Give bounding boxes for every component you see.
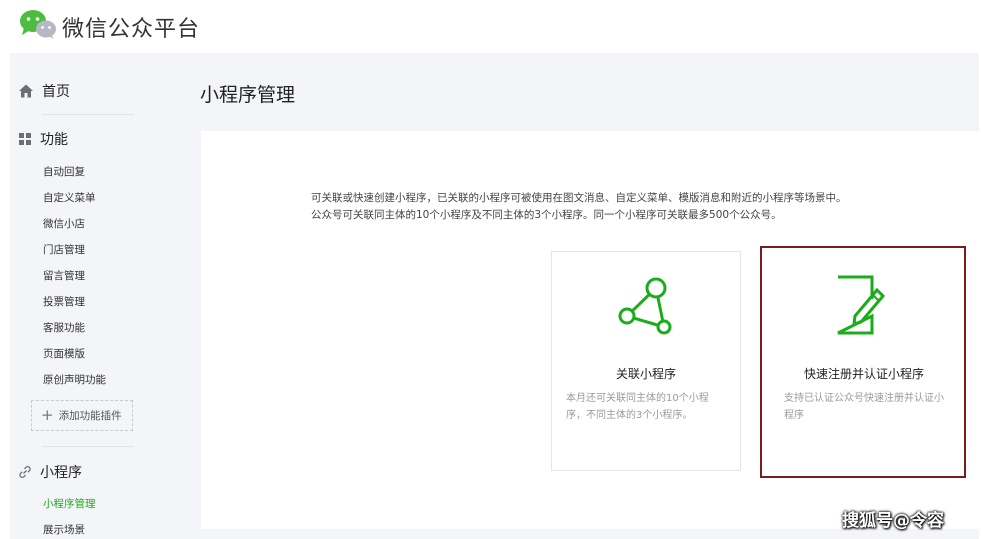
sidebar-item-vote-management[interactable]: 投票管理 (43, 294, 85, 309)
sidebar-item-display-scenes[interactable]: 展示场景 (43, 522, 85, 537)
sidebar-item-store-management[interactable]: 门店管理 (43, 242, 85, 257)
sidebar-item-customer-service[interactable]: 客服功能 (43, 320, 85, 335)
sidebar-miniprogram-label: 小程序 (40, 465, 82, 481)
link-icon (19, 466, 31, 478)
plus-icon: + (41, 406, 54, 424)
wechat-logo-icon[interactable] (18, 8, 58, 40)
highlight-box (760, 246, 966, 478)
sidebar-section-miniprogram[interactable]: 小程序 (18, 459, 82, 485)
sidebar-home-label: 首页 (42, 84, 70, 100)
sidebar-item-auto-reply[interactable]: 自动回复 (43, 164, 85, 179)
share-nodes-icon (618, 277, 672, 335)
sidebar-item-original-declaration[interactable]: 原创声明功能 (43, 372, 106, 387)
sidebar-item-custom-menu[interactable]: 自定义菜单 (43, 190, 96, 205)
sidebar-item-comment-management[interactable]: 留言管理 (43, 268, 85, 283)
link-miniprogram-description: 本月还可关联同主体的10个小程序，不同主体的3个小程序。 (566, 393, 709, 421)
page-title: 小程序管理 (200, 84, 296, 106)
home-icon (19, 84, 33, 98)
grid-icon (19, 133, 31, 145)
link-miniprogram-card[interactable]: 关联小程序 本月还可关联同主体的10个小程序，不同主体的3个小程序。 (551, 251, 741, 471)
sidebar-item-wechat-store[interactable]: 微信小店 (43, 216, 85, 231)
description-line-2: 公众号可关联同主体的10个小程序及不同主体的3个小程序。同一个小程序可关联最多5… (311, 209, 782, 221)
top-header: 微信公众平台 (0, 0, 981, 52)
sidebar-features-label: 功能 (40, 132, 68, 148)
sidebar-item-home[interactable]: 首页 (18, 78, 70, 104)
description-line-1: 可关联或快速创建小程序，已关联的小程序可被使用在图文消息、自定义菜单、模版消息和… (311, 192, 847, 204)
watermark: 搜狐号@令容 (842, 511, 944, 531)
sidebar-item-miniprogram-management[interactable]: 小程序管理 (43, 496, 96, 511)
link-miniprogram-title: 关联小程序 (615, 367, 676, 381)
add-plugin-label: 添加功能插件 (58, 410, 122, 422)
divider (42, 114, 134, 115)
sidebar-item-page-template[interactable]: 页面模版 (43, 346, 85, 361)
sidebar: 首页 功能 自动回复 自定义菜单 微信小店 门店管理 留言管理 投票管理 客服功… (10, 53, 180, 539)
brand-title[interactable]: 微信公众平台 (62, 11, 200, 43)
sidebar-section-features[interactable]: 功能 (18, 126, 68, 152)
add-plugin-button[interactable]: + 添加功能插件 (31, 400, 133, 431)
divider (42, 446, 134, 447)
